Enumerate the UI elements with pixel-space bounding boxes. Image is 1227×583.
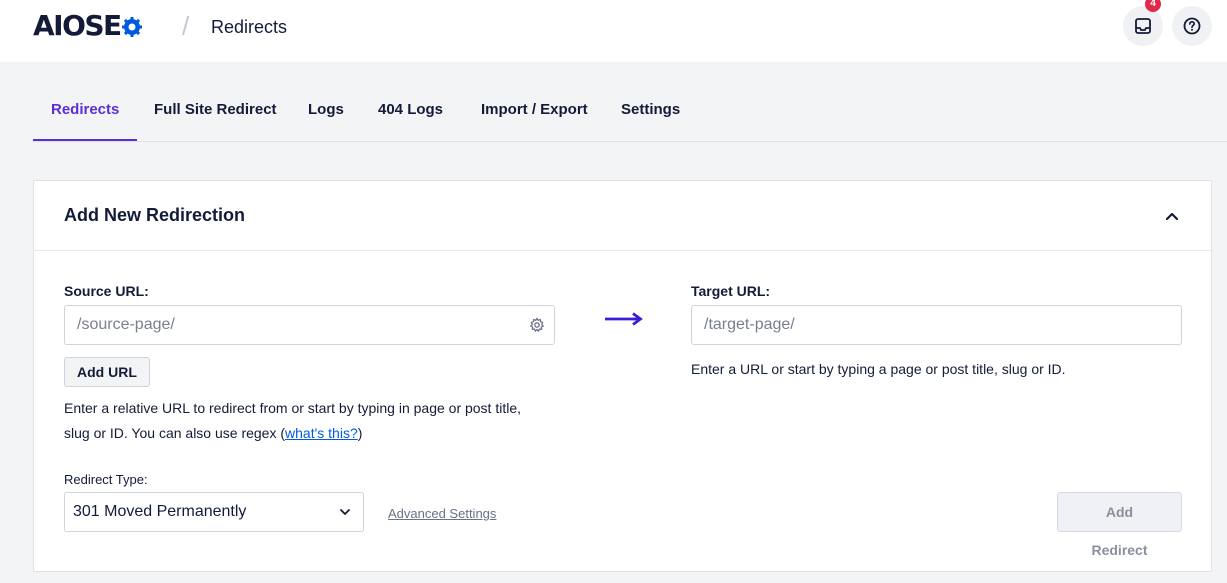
page-title: Redirects <box>211 17 288 37</box>
notifications-button[interactable] <box>1123 6 1163 46</box>
top-bar: AIOSE / Redirects 4 <box>0 0 1227 62</box>
card-title: Add New Redirection <box>64 205 246 225</box>
tab-404-logs[interactable]: 404 Logs <box>378 86 443 139</box>
tab-full-site-redirect[interactable]: Full Site Redirect <box>154 86 277 139</box>
redirect-type-selected: 301 Moved Permanently <box>73 503 247 520</box>
redirects-tabs: Redirects Full Site Redirect Logs 404 Lo… <box>33 86 1227 142</box>
notifications-count-badge: 4 <box>1145 0 1161 12</box>
help-icon <box>1183 17 1201 35</box>
add-redirection-card: Add New Redirection Source URL: Add URL … <box>33 180 1212 572</box>
inbox-icon <box>1135 18 1151 34</box>
card-header[interactable]: Add New Redirection <box>34 181 1211 251</box>
tab-logs[interactable]: Logs <box>308 86 344 139</box>
tab-settings[interactable]: Settings <box>621 86 680 139</box>
breadcrumb-separator: / <box>182 11 190 41</box>
help-button[interactable] <box>1172 6 1212 46</box>
collapse-button[interactable] <box>1163 207 1181 225</box>
source-url-input[interactable] <box>64 305 555 345</box>
source-help-line-1: Enter a relative URL to redirect from or… <box>64 400 522 416</box>
logo-main: AIOSE <box>33 9 122 42</box>
source-help-suffix: ) <box>357 425 363 441</box>
chevron-up-icon <box>1165 212 1179 221</box>
source-help-text: Enter a relative URL to redirect from or… <box>64 396 584 446</box>
gear-o-icon <box>121 16 142 37</box>
target-help-text: Enter a URL or start by typing a page or… <box>691 361 1066 377</box>
logo-text: AIOSE <box>33 9 122 43</box>
add-url-button[interactable]: Add URL <box>64 357 150 387</box>
source-settings-gear-icon[interactable] <box>529 317 545 333</box>
chevron-down-icon <box>340 509 350 515</box>
arrow-right-icon <box>605 312 643 326</box>
advanced-settings-link[interactable]: Advanced Settings <box>388 506 496 521</box>
target-url-label: Target URL: <box>691 283 771 299</box>
redirect-type-label: Redirect Type: <box>64 472 148 487</box>
redirect-type-select[interactable]: 301 Moved Permanently <box>64 492 364 532</box>
whats-this-link[interactable]: what's this? <box>285 425 358 441</box>
target-url-input[interactable] <box>691 305 1182 345</box>
source-help-prefix: slug or ID. You can also use regex ( <box>64 425 286 441</box>
tab-redirects[interactable]: Redirects <box>33 86 138 141</box>
source-url-label: Source URL: <box>64 283 149 299</box>
add-redirect-button[interactable]: Add Redirect <box>1057 492 1182 558</box>
aioseo-logo[interactable]: AIOSE <box>33 9 142 43</box>
source-help-line-2: slug or ID. You can also use regex (what… <box>64 421 584 446</box>
tab-import-export[interactable]: Import / Export <box>481 86 588 139</box>
